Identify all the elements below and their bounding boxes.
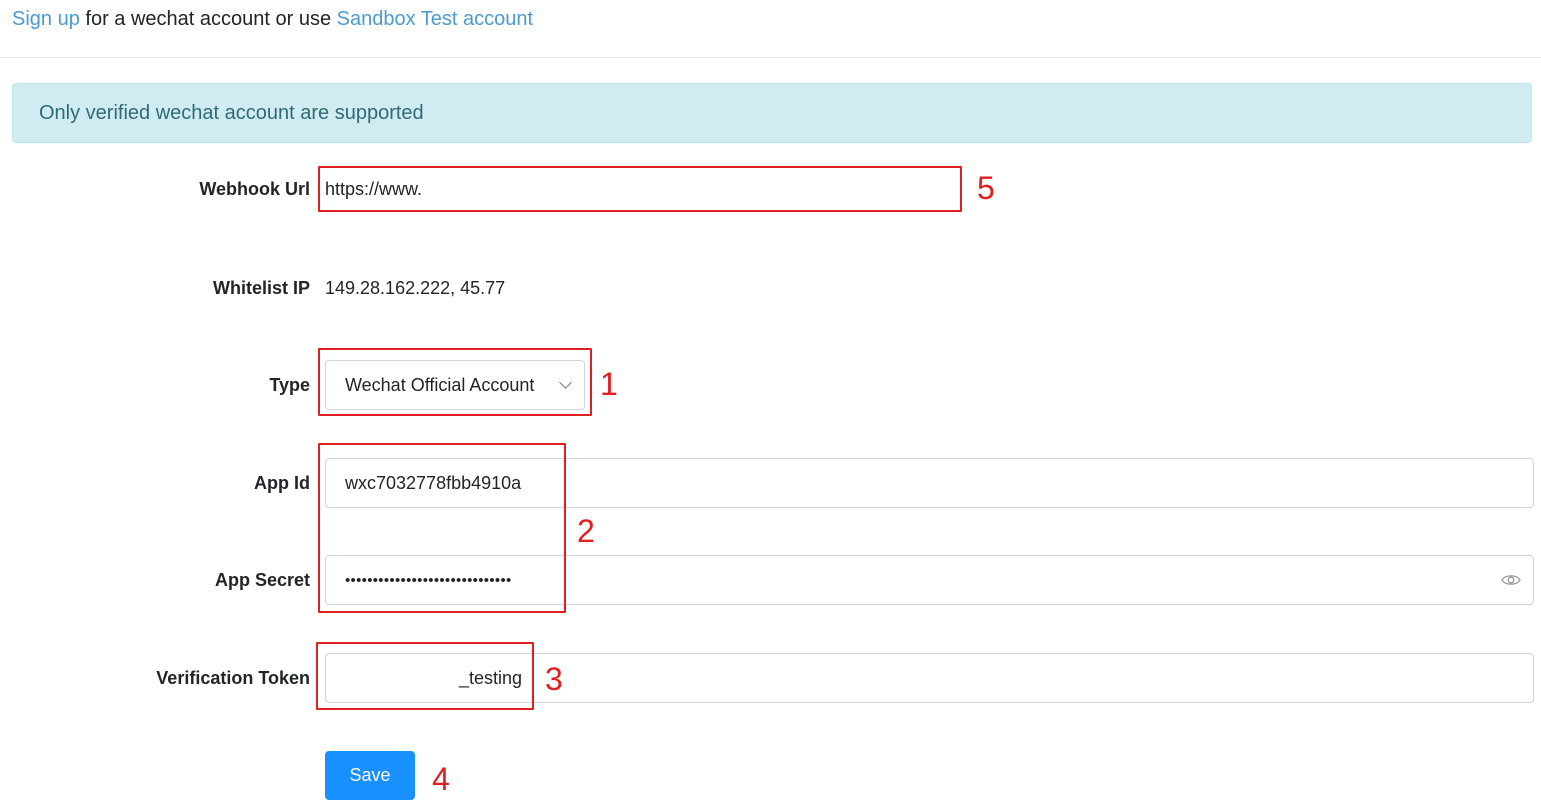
- annotation-box-webhook: [318, 166, 962, 212]
- whitelist-ip-label: Whitelist IP: [212, 278, 310, 298]
- divider: [0, 57, 1541, 58]
- signup-middle-text: for a wechat account or use: [79, 8, 337, 30]
- info-alert: Only verified wechat account are support…: [12, 83, 1532, 143]
- save-button[interactable]: Save: [325, 751, 415, 800]
- annotation-number-3: 3: [545, 661, 563, 697]
- eye-icon[interactable]: [1501, 573, 1521, 587]
- type-label: Type: [269, 375, 310, 395]
- annotation-box-type: [318, 348, 592, 416]
- verification-token-label: Verification Token: [156, 668, 310, 688]
- webhook-url-label: Webhook Url: [199, 179, 310, 199]
- signup-link[interactable]: Sign up: [12, 8, 80, 30]
- annotation-box-token: [316, 642, 534, 710]
- annotation-number-2: 2: [577, 513, 595, 549]
- signup-prompt: Sign up for a wechat account or use Sand…: [12, 6, 533, 32]
- annotation-number-4: 4: [432, 761, 450, 797]
- app-secret-label: App Secret: [214, 570, 310, 590]
- annotation-number-1: 1: [600, 366, 618, 402]
- annotation-number-5: 5: [977, 170, 995, 206]
- sandbox-test-account-link[interactable]: Sandbox Test account: [337, 8, 533, 30]
- app-id-label: App Id: [254, 473, 310, 493]
- annotation-box-credentials: [318, 443, 566, 613]
- info-alert-text: Only verified wechat account are support…: [39, 102, 424, 124]
- whitelist-ip-value: 149.28.162.222, 45.77: [325, 278, 506, 298]
